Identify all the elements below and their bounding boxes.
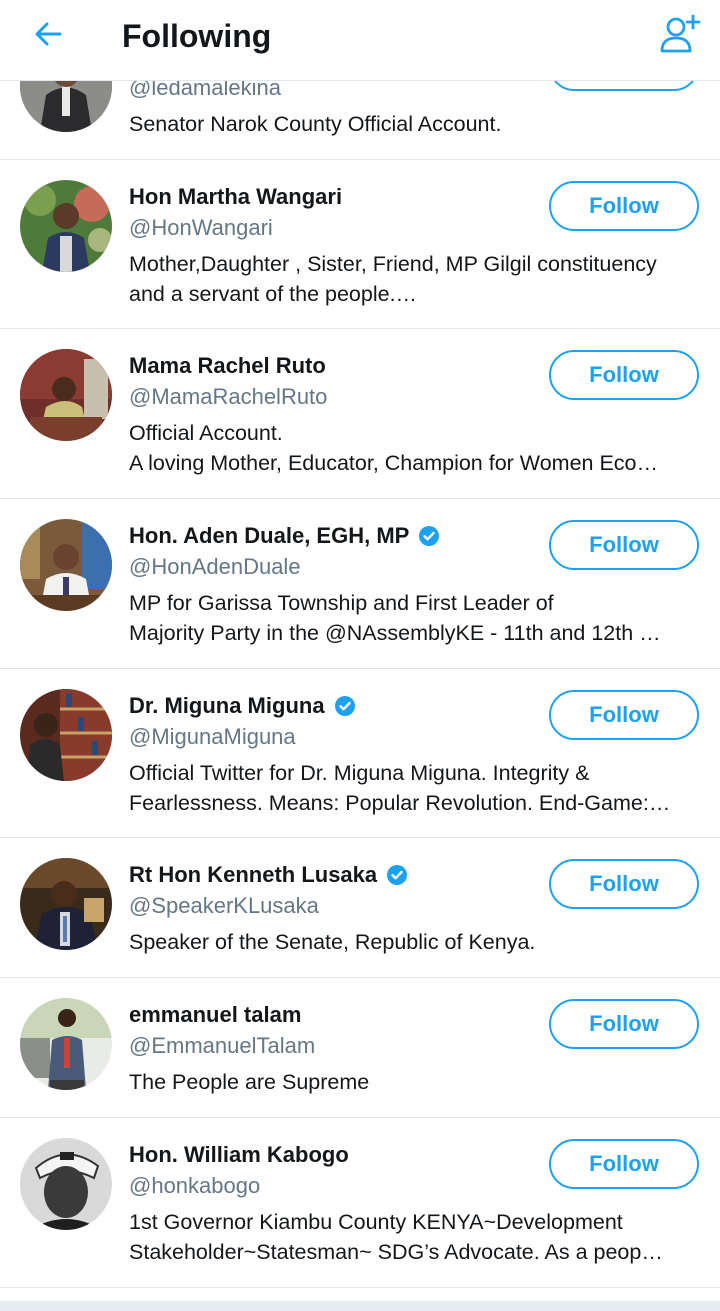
user-handle: @honkabogo (129, 1173, 261, 1198)
name-line: Rt Hon Kenneth Lusaka (129, 860, 408, 890)
follow-button[interactable]: Follow (549, 999, 699, 1049)
user-row[interactable]: Hon. Aden Duale, EGH, MP @HonAdenDuale M… (0, 499, 720, 669)
bio-line: and a servant of the people.… (129, 282, 418, 306)
follow-button[interactable]: Follow (549, 859, 699, 909)
bio-line: Official Twitter for Dr. Miguna Miguna. … (129, 761, 590, 785)
bio-line: Mother,Daughter , Sister, Friend, MP Gil… (129, 252, 657, 276)
avatar[interactable] (20, 689, 112, 781)
avatar[interactable] (20, 858, 112, 950)
bio-line: The People are Supreme (129, 1070, 370, 1094)
name-line: Mama Rachel Ruto (129, 351, 326, 381)
name-line: emmanuel talam (129, 1000, 301, 1030)
user-handle: @HonWangari (129, 215, 273, 240)
user-bio: MP for Garissa Township and First Leader… (129, 588, 701, 648)
user-name: Dr. Miguna Miguna (129, 693, 325, 718)
avatar[interactable] (20, 1138, 112, 1230)
user-name: Hon Martha Wangari (129, 184, 343, 209)
page-title: Following (122, 18, 272, 54)
user-row[interactable]: Dr. Miguna Miguna @MigunaMiguna Official… (0, 669, 720, 838)
user-name: Hon. William Kabogo (129, 1142, 349, 1167)
user-bio: Speaker of the Senate, Republic of Kenya… (129, 927, 701, 957)
avatar[interactable] (20, 349, 112, 441)
back-button[interactable] (24, 14, 72, 58)
follow-button[interactable]: Follow (549, 181, 699, 231)
bio-line: Fearlessness. Means: Popular Revolution.… (129, 791, 671, 815)
user-handle: @MigunaMiguna (129, 724, 296, 749)
avatar[interactable] (20, 998, 112, 1090)
user-name: emmanuel talam (129, 1002, 302, 1027)
follow-button[interactable]: Follow (549, 520, 699, 570)
user-row[interactable]: Hon. William Kabogo @honkabogo 1st Gover… (0, 1118, 720, 1288)
user-bio: 1st Governor Kiambu County KENYA~Develop… (129, 1207, 701, 1267)
name-line: Hon. Aden Duale, EGH, MP (129, 521, 440, 551)
avatar[interactable] (20, 180, 112, 272)
bio-line: Speaker of the Senate, Republic of Kenya… (129, 930, 536, 954)
bio-line: MP for Garissa Township and First Leader… (129, 591, 554, 615)
follow-button[interactable]: Follow (549, 1139, 699, 1189)
bio-line: Stakeholder~Statesman~ SDG’s Advocate. A… (129, 1240, 663, 1264)
arrow-left-icon (32, 18, 64, 55)
name-line: Hon. William Kabogo (129, 1140, 349, 1170)
avatar[interactable] (20, 519, 112, 611)
add-user-icon (658, 12, 702, 61)
user-row[interactable]: Hon Martha Wangari @HonWangari Mother,Da… (0, 160, 720, 329)
user-name: Hon. Aden Duale, EGH, MP (129, 523, 410, 548)
bio-line: Majority Party in the @NAssemblyKE - 11t… (129, 621, 661, 645)
user-name: Mama Rachel Ruto (129, 353, 326, 378)
verified-badge-icon (386, 864, 408, 886)
user-handle: @MamaRachelRuto (129, 384, 328, 409)
bio-line: A loving Mother, Educator, Champion for … (129, 451, 659, 475)
user-bio: Official Twitter for Dr. Miguna Miguna. … (129, 758, 701, 818)
bio-line: 1st Governor Kiambu County KENYA~Develop… (129, 1210, 623, 1234)
user-bio: Senator Narok County Official Account. (129, 109, 701, 139)
verified-badge-icon (334, 695, 356, 717)
user-row[interactable]: emmanuel talam @EmmanuelTalam The People… (0, 978, 720, 1118)
user-row[interactable]: Rt Hon Kenneth Lusaka @SpeakerKLusaka Sp… (0, 838, 720, 978)
follow-button[interactable]: Follow (549, 690, 699, 740)
add-user-button[interactable] (654, 10, 706, 62)
user-handle: @HonAdenDuale (129, 554, 301, 579)
name-line: Hon Martha Wangari (129, 182, 342, 212)
bio-line: Senator Narok County Official Account. (129, 112, 502, 136)
user-handle: @SpeakerKLusaka (129, 893, 319, 918)
verified-badge-icon (418, 525, 440, 547)
user-handle: @EmmanuelTalam (129, 1033, 316, 1058)
name-line: Dr. Miguna Miguna (129, 691, 356, 721)
follow-button[interactable]: Follow (549, 350, 699, 400)
bottom-bar (0, 1301, 720, 1311)
user-bio: Mother,Daughter , Sister, Friend, MP Gil… (129, 249, 701, 309)
app-header: Following (0, 0, 720, 81)
user-bio: The People are Supreme (129, 1067, 701, 1097)
user-row[interactable]: Mama Rachel Ruto @MamaRachelRuto Officia… (0, 329, 720, 499)
bio-line: Official Account. (129, 421, 283, 445)
user-bio: Official Account. A loving Mother, Educa… (129, 418, 701, 478)
user-name: Rt Hon Kenneth Lusaka (129, 862, 378, 887)
